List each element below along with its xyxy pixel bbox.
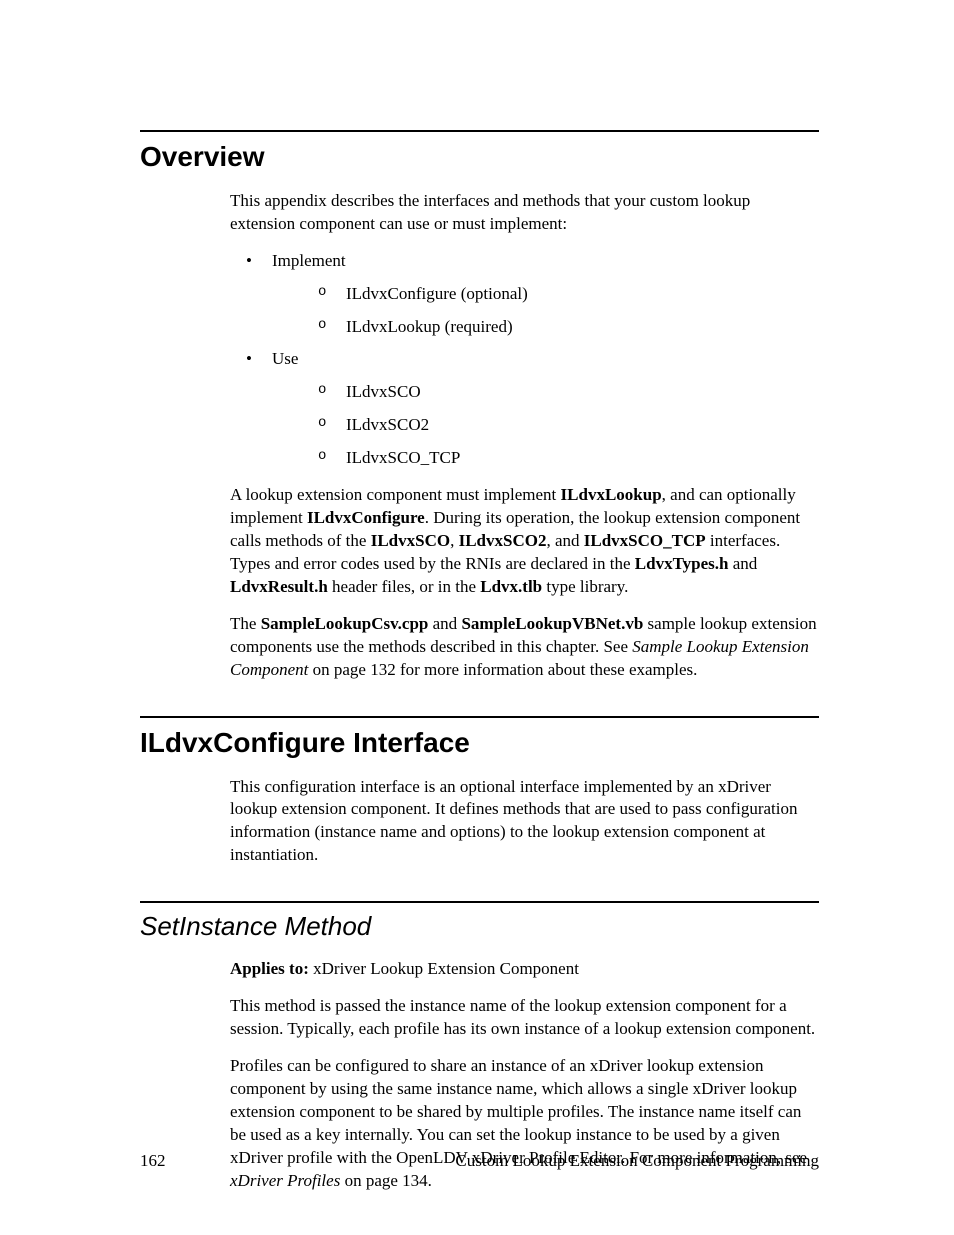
list-subitem: ILdvxLookup (required) — [272, 316, 819, 339]
list-item: Implement ILdvxConfigure (optional) ILdv… — [230, 250, 819, 339]
subsection-rule — [140, 901, 819, 903]
overview-intro: This appendix describes the interfaces a… — [230, 190, 819, 236]
page-footer: 162 Custom Lookup Extension Component Pr… — [140, 1150, 819, 1173]
setinstance-heading: SetInstance Method — [140, 909, 819, 944]
section-rule — [140, 716, 819, 718]
setinstance-paragraph-1: This method is passed the instance name … — [230, 995, 819, 1041]
applies-to-line: Applies to: xDriver Lookup Extension Com… — [230, 958, 819, 981]
list-item: Use ILdvxSCO ILdvxSCO2 ILdvxSCO_TCP — [230, 348, 819, 470]
list-subitem: ILdvxSCO — [272, 381, 819, 404]
list-item-label: Implement — [272, 251, 346, 270]
page-number: 162 — [140, 1150, 166, 1173]
list-item-label: Use — [272, 349, 298, 368]
overview-paragraph-3: The SampleLookupCsv.cpp and SampleLookup… — [230, 613, 819, 682]
overview-heading: Overview — [140, 138, 819, 176]
footer-title: Custom Lookup Extension Component Progra… — [455, 1150, 819, 1173]
section-rule — [140, 130, 819, 132]
ildvxconfigure-paragraph: This configuration interface is an optio… — [230, 776, 819, 868]
list-subitem: ILdvxSCO2 — [272, 414, 819, 437]
ildvxconfigure-heading: ILdvxConfigure Interface — [140, 724, 819, 762]
overview-list: Implement ILdvxConfigure (optional) ILdv… — [230, 250, 819, 471]
list-subitem: ILdvxConfigure (optional) — [272, 283, 819, 306]
overview-paragraph-2: A lookup extension component must implem… — [230, 484, 819, 599]
list-subitem: ILdvxSCO_TCP — [272, 447, 819, 470]
